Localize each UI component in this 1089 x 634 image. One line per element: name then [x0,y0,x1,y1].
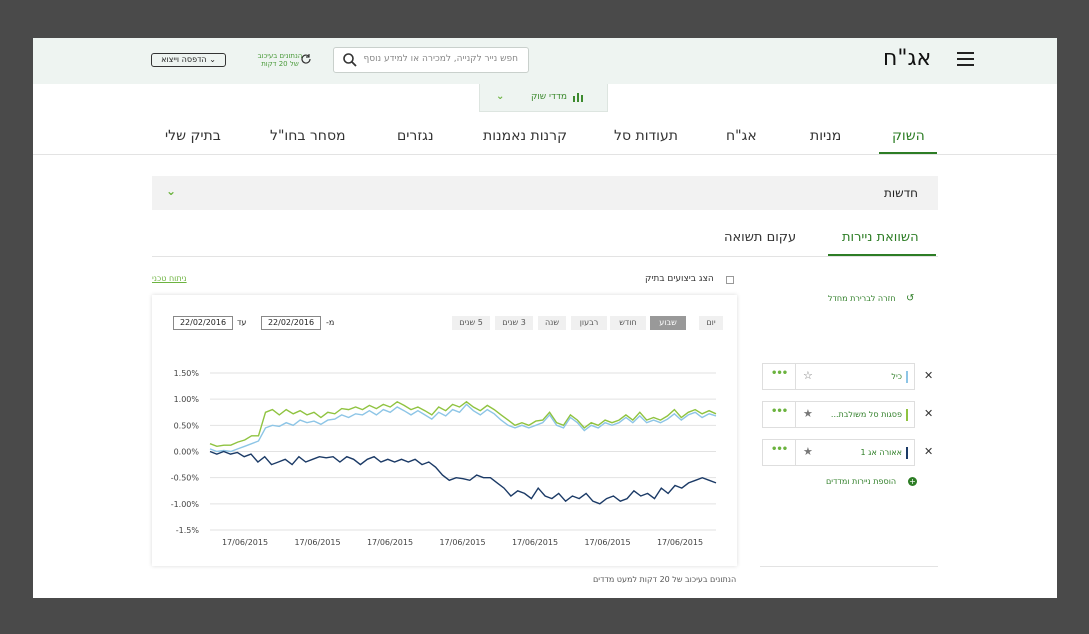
x-tick-label: 17/06/2015 [294,538,340,547]
nav-item-etfs[interactable]: תעודות סל [614,128,678,144]
chart-panel: יום שבוע חודש רבעון שנה 3 שנים 5 שנים מ- 22/02… [152,295,737,566]
more-options-icon[interactable]: ••• [771,406,788,417]
nav-item-mutual-funds[interactable]: קרנות נאמנות [483,128,567,144]
chevron-down-icon: ⌄ [206,55,216,64]
divider [795,364,796,389]
star-icon[interactable]: ★ [803,445,813,458]
y-tick-label: 1.00% [174,395,200,404]
star-icon[interactable]: ★ [803,407,813,420]
subtab-active-underline [828,254,936,256]
more-options-icon[interactable]: ••• [771,444,788,455]
nav-item-market[interactable]: השוק [892,128,925,144]
security-name[interactable]: אאורה אג 1 [861,448,902,457]
line-chart: 1.50% 1.00% 0.50% 0.00% -0.50% -1.00% -1.5% 17/… [171,369,717,547]
show-performance-label: הצג ביצועים בתיק [645,274,714,284]
y-tick-label: -1.00% [171,500,200,509]
nav-item-bonds[interactable]: אג"ח [726,128,757,144]
hamburger-menu-icon[interactable] [957,52,974,66]
print-export-label: הדפסה וייצוא [161,55,207,64]
undo-icon[interactable]: ↺ [906,293,914,304]
x-tick-label: 17/06/2015 [222,538,268,547]
series-line [209,403,717,453]
nav-item-foreign-trading[interactable]: מסחר בחו"ל [270,128,346,144]
print-export-button[interactable]: ⌄ הדפסה וייצוא [151,53,226,67]
bar-chart-icon [573,93,583,102]
x-tick-label: 17/06/2015 [657,538,703,547]
news-label: חדשות [883,186,918,200]
y-tick-label: 1.50% [174,369,200,378]
security-name[interactable]: פסגות סל משולבת... [831,410,902,419]
remove-security-icon[interactable]: ✕ [924,445,933,458]
refresh-icon[interactable] [300,53,312,65]
remove-security-icon[interactable]: ✕ [924,407,933,420]
x-tick-label: 17/06/2015 [584,538,630,547]
y-tick-label: 0.00% [174,448,200,457]
top-bar: אג"ח חפש נייר לקנייה, למכירה או למידע נו… [33,38,1057,84]
tab-compare-securities[interactable]: השוואת ניירות [842,230,919,245]
remove-security-icon[interactable]: ✕ [924,369,933,382]
sidebar-divider [760,566,938,567]
search-icon[interactable] [342,52,358,68]
more-options-icon[interactable]: ••• [771,368,788,379]
divider [795,402,796,427]
search-placeholder: חפש נייר לקנייה, למכירה או למידע נוסף [363,54,519,64]
security-name[interactable]: כיל [891,372,902,381]
y-tick-label: -1.5% [176,526,200,535]
tab-yield-curve[interactable]: עקום תשואה [724,230,796,245]
add-circle-icon[interactable]: + [908,477,917,486]
sub-tabs: השוואת ניירות עקום תשואה [152,223,938,257]
chevron-down-icon: ⌄ [166,184,177,198]
chevron-down-icon: ⌄ [496,91,505,102]
nav-active-underline [879,152,937,154]
reset-default-link[interactable]: חזרה לברירת מחדל [828,294,896,303]
security-card[interactable]: כיל ☆ ••• [762,363,915,390]
nav-item-my-portfolio[interactable]: בתיק שלי [165,128,221,144]
market-indices-tab[interactable]: מדדי שוק ⌄ [479,84,608,112]
nav-item-derivatives[interactable]: נגזרים [397,128,434,144]
y-tick-label: -0.50% [171,474,200,483]
x-tick-label: 17/06/2015 [512,538,558,547]
security-card[interactable]: אאורה אג 1 ★ ••• [762,439,915,466]
x-tick-label: 17/06/2015 [439,538,485,547]
market-indices-label: מדדי שוק [530,92,567,102]
y-tick-label: 0.50% [174,421,200,430]
technical-analysis-link[interactable]: ניתוח טכני [152,274,187,283]
nav-item-stocks[interactable]: מניות [810,128,841,144]
site-logo[interactable]: אג"ח [883,46,931,71]
x-tick-label: 17/06/2015 [367,538,413,547]
series-color-marker [906,371,908,383]
add-securities-link[interactable]: הוספת ניירות ומדדים [826,477,896,486]
search-input[interactable]: חפש נייר לקנייה, למכירה או למידע נוסף [333,47,529,73]
security-card[interactable]: פסגות סל משולבת... ★ ••• [762,401,915,428]
show-performance-checkbox[interactable] [726,276,734,284]
app-window: אג"ח חפש נייר לקנייה, למכירה או למידע נו… [33,38,1057,598]
news-accordion[interactable]: חדשות ⌄ [152,176,938,210]
divider [795,440,796,465]
main-nav: השוק מניות אג"ח תעודות סל קרנות נאמנות נ… [33,122,1057,155]
delay-footnote: הנתונים בעיכוב של 20 דקות למעט מדדים [593,575,737,584]
series-color-marker [906,409,908,421]
series-color-marker [906,447,908,459]
star-icon[interactable]: ☆ [803,369,813,382]
